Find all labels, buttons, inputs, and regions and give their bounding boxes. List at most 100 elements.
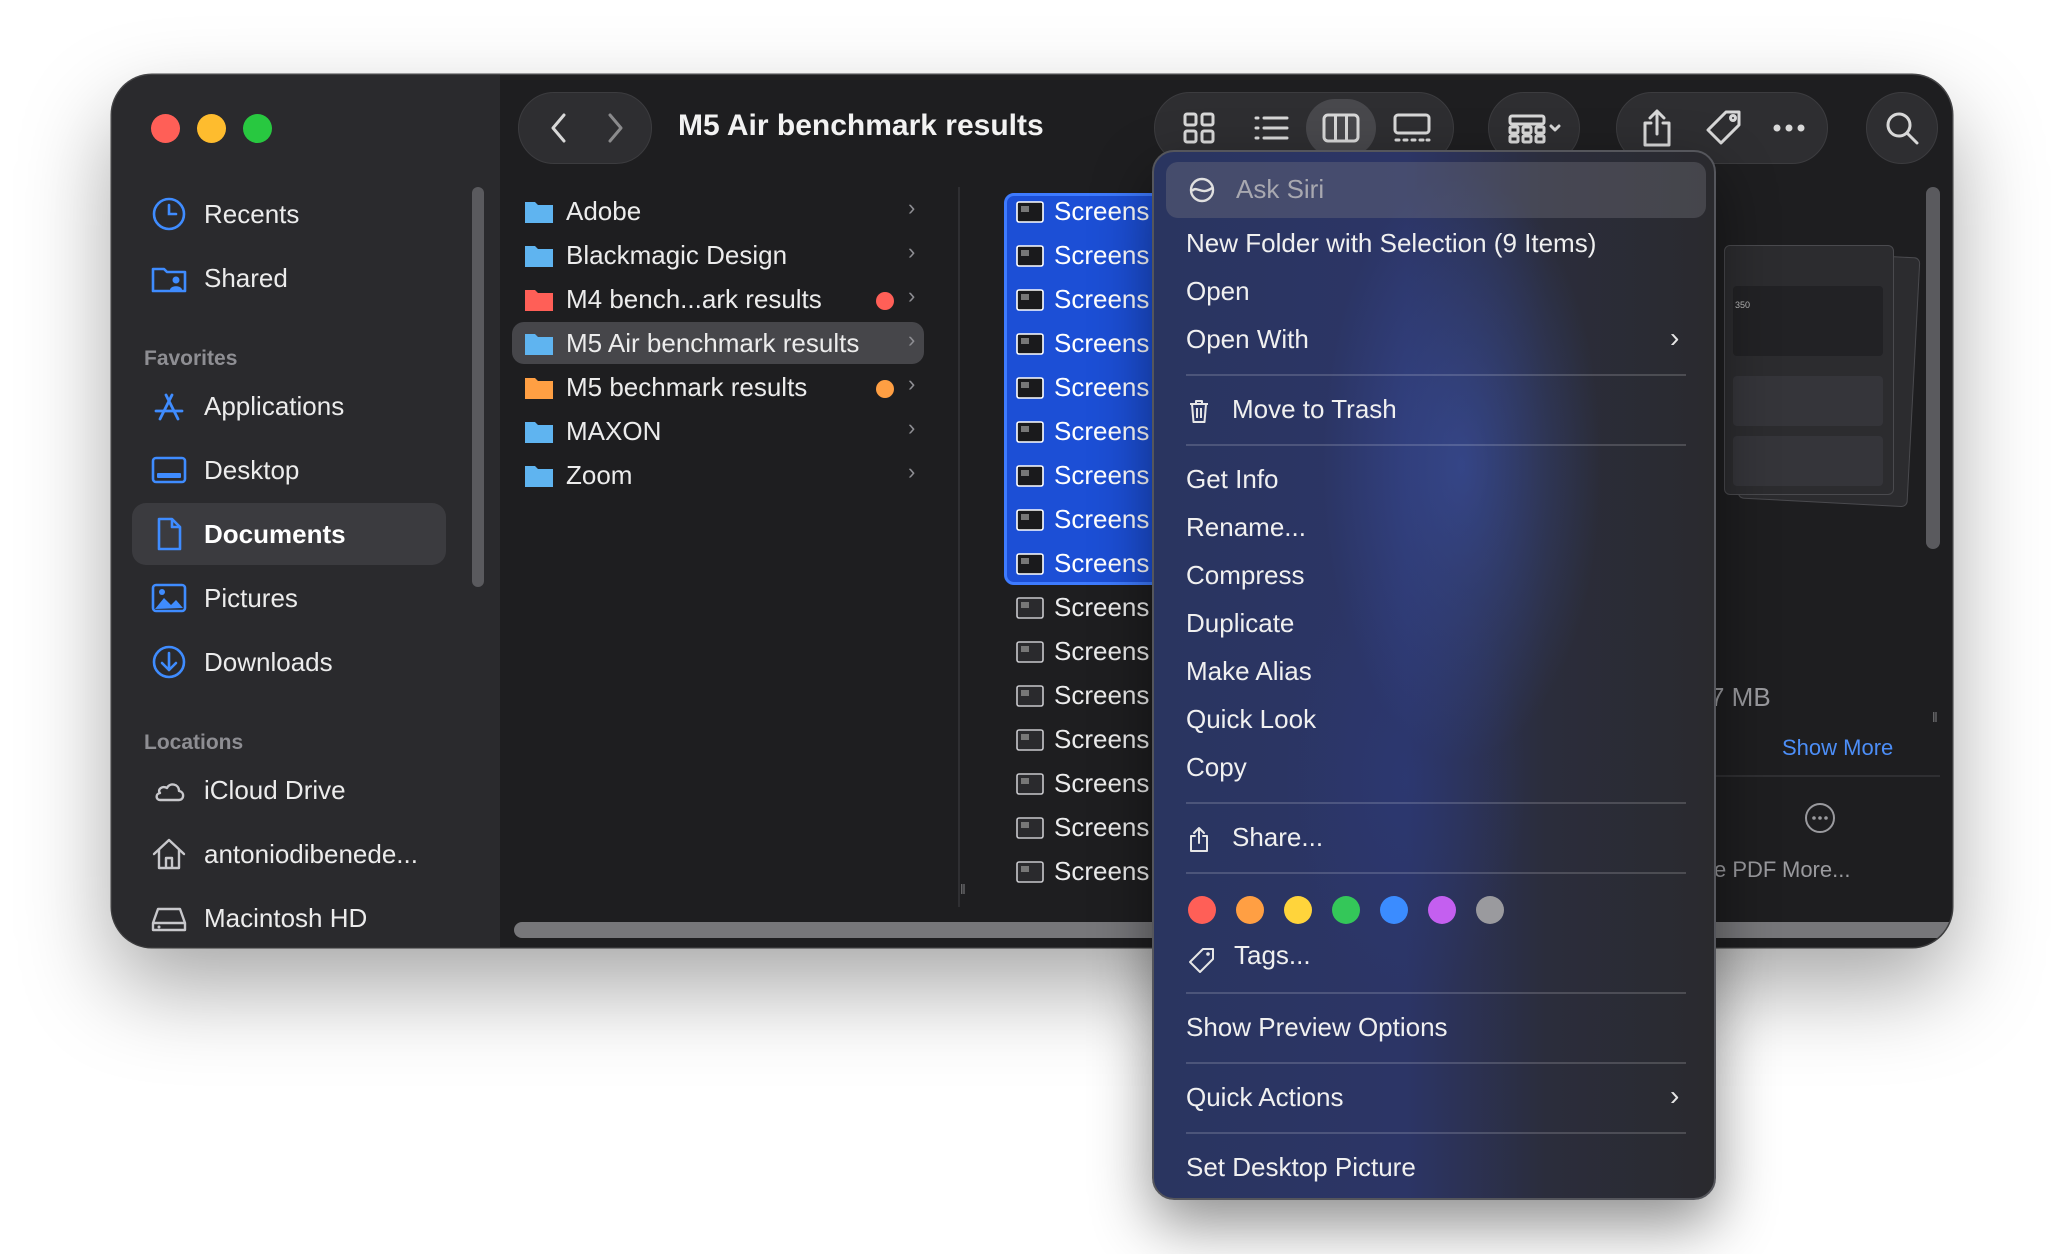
file-row[interactable]: Screens: [1012, 630, 1172, 672]
menu-open-with[interactable]: Open With ›: [1186, 322, 1686, 368]
screenshot-file-icon: [1016, 729, 1044, 751]
sidebar-item-recents[interactable]: Recents: [132, 183, 446, 245]
file-row[interactable]: Screens: [1012, 806, 1172, 848]
search-control[interactable]: [1866, 92, 1938, 164]
screenshot-file-icon: [1016, 465, 1044, 487]
column-divider[interactable]: [958, 187, 960, 907]
chevron-right-icon: ›: [908, 459, 916, 484]
folder-row-adobe[interactable]: Adobe ›: [512, 190, 924, 232]
show-more-link[interactable]: Show More: [1782, 735, 1893, 761]
tag-color-dot[interactable]: [1428, 896, 1456, 924]
file-row-selected[interactable]: Screens: [1012, 190, 1172, 232]
preview-divider: [1710, 775, 1940, 777]
menu-rename[interactable]: Rename...: [1186, 512, 1686, 556]
file-row-selected[interactable]: Screens: [1012, 278, 1172, 320]
folder-row-m5-bechmark[interactable]: M5 bechmark results ›: [512, 366, 924, 408]
menu-new-folder-with-selection[interactable]: New Folder with Selection (9 Items): [1186, 228, 1686, 272]
folder-label: M5 bechmark results: [566, 372, 808, 402]
sidebar-item-documents[interactable]: Documents: [132, 503, 446, 565]
menu-quick-actions[interactable]: Quick Actions ›: [1186, 1080, 1686, 1126]
more-label[interactable]: More...: [1782, 857, 1850, 883]
folder-row-m4[interactable]: M4 bench...ark results ›: [512, 278, 924, 320]
sidebar-scrollbar[interactable]: [472, 187, 484, 587]
preview-resize-handle[interactable]: ‖: [1932, 709, 1938, 725]
file-row-selected[interactable]: Screens: [1012, 322, 1172, 364]
tag-icon: [1189, 948, 1214, 973]
menu-tags[interactable]: Tags...: [1186, 940, 1686, 984]
tag-color-dot[interactable]: [1380, 896, 1408, 924]
folder-icon: [525, 246, 553, 267]
tag-color-dot[interactable]: [1332, 896, 1360, 924]
screenshot-file-icon: [1016, 333, 1044, 355]
sidebar-item-label: iCloud Drive: [204, 774, 346, 805]
sidebar-item-home[interactable]: antoniodibenede...: [132, 823, 446, 885]
screenshot-file-icon: [1016, 861, 1044, 883]
file-row[interactable]: Screens: [1012, 674, 1172, 716]
sidebar-item-shared[interactable]: Shared: [132, 247, 446, 309]
menu-quick-look[interactable]: Quick Look: [1186, 704, 1686, 748]
file-row-selected[interactable]: Screens: [1012, 234, 1172, 276]
sidebar-item-label: Documents: [204, 518, 346, 549]
tag-color-dot[interactable]: [1188, 896, 1216, 924]
file-label: Screens: [1054, 856, 1150, 886]
more-circle-icon[interactable]: [1805, 803, 1835, 833]
minimize-window-button[interactable]: [197, 114, 226, 143]
file-row-selected[interactable]: Screens: [1012, 454, 1172, 496]
column-resize-handle[interactable]: ‖: [960, 881, 966, 897]
file-row-selected[interactable]: Screens: [1012, 498, 1172, 540]
sidebar-item-downloads[interactable]: Downloads: [132, 631, 446, 693]
folder-row-m5-air[interactable]: M5 Air benchmark results ›: [512, 322, 924, 364]
chevron-right-icon: ›: [908, 195, 916, 220]
sidebar-item-label: Applications: [204, 390, 345, 421]
tag-icon: [1706, 110, 1741, 145]
menu-share[interactable]: Share...: [1186, 822, 1686, 866]
group-grid-icon: [1508, 114, 1561, 144]
menu-label: Set Desktop Picture: [1186, 1152, 1416, 1182]
back-button[interactable]: [532, 92, 586, 164]
home-icon: [152, 838, 186, 870]
menu-get-info[interactable]: Get Info: [1186, 464, 1686, 508]
close-window-button[interactable]: [151, 114, 180, 143]
desktop-icon: [151, 456, 187, 484]
folder-row-maxon[interactable]: MAXON ›: [512, 410, 924, 452]
menu-set-desktop-picture[interactable]: Set Desktop Picture: [1186, 1152, 1686, 1196]
menu-duplicate[interactable]: Duplicate: [1186, 608, 1686, 652]
file-row[interactable]: Screens: [1012, 718, 1172, 760]
folder-row-blackmagic[interactable]: Blackmagic Design ›: [512, 234, 924, 276]
menu-make-alias[interactable]: Make Alias: [1186, 656, 1686, 700]
menu-label: Get Info: [1186, 464, 1279, 494]
file-row-selected[interactable]: Screens: [1012, 366, 1172, 408]
menu-copy[interactable]: Copy: [1186, 752, 1686, 796]
sidebar-item-macintosh-hd[interactable]: Macintosh HD: [132, 887, 446, 947]
ask-siri-item[interactable]: Ask Siri: [1166, 162, 1706, 218]
more-actions-button[interactable]: [1758, 92, 1820, 164]
favorites-header: Favorites: [144, 347, 238, 370]
tag-color-dot[interactable]: [1476, 896, 1504, 924]
file-row-selected[interactable]: Screens: [1012, 542, 1172, 584]
preview-scrollbar[interactable]: [1926, 187, 1940, 549]
file-row[interactable]: Screens: [1012, 850, 1172, 892]
zoom-window-button[interactable]: [243, 114, 272, 143]
create-pdf-label[interactable]: e PDF: [1714, 857, 1776, 883]
sidebar-item-applications[interactable]: Applications: [132, 375, 446, 437]
file-label: Screens: [1054, 592, 1150, 622]
sidebar-item-pictures[interactable]: Pictures: [132, 567, 446, 629]
forward-button[interactable]: [588, 92, 642, 164]
file-label: Screens: [1054, 504, 1150, 534]
sidebar-item-icloud-drive[interactable]: iCloud Drive: [132, 759, 446, 821]
tag-color-dot[interactable]: [1284, 896, 1312, 924]
tag-color-dot[interactable]: [1236, 896, 1264, 924]
sidebar-item-desktop[interactable]: Desktop: [132, 439, 446, 501]
orange-tag-dot: [876, 380, 894, 398]
file-row[interactable]: Screens: [1012, 762, 1172, 804]
sidebar-item-label: Pictures: [204, 582, 298, 613]
columns-icon: [1322, 113, 1360, 143]
pictures-icon: [151, 583, 187, 613]
menu-open[interactable]: Open: [1186, 276, 1686, 320]
menu-show-preview-options[interactable]: Show Preview Options: [1186, 1012, 1686, 1056]
menu-move-to-trash[interactable]: Move to Trash: [1186, 394, 1686, 438]
file-row[interactable]: Screens: [1012, 586, 1172, 628]
file-row-selected[interactable]: Screens: [1012, 410, 1172, 452]
menu-compress[interactable]: Compress: [1186, 560, 1686, 604]
folder-row-zoom[interactable]: Zoom ›: [512, 454, 924, 496]
